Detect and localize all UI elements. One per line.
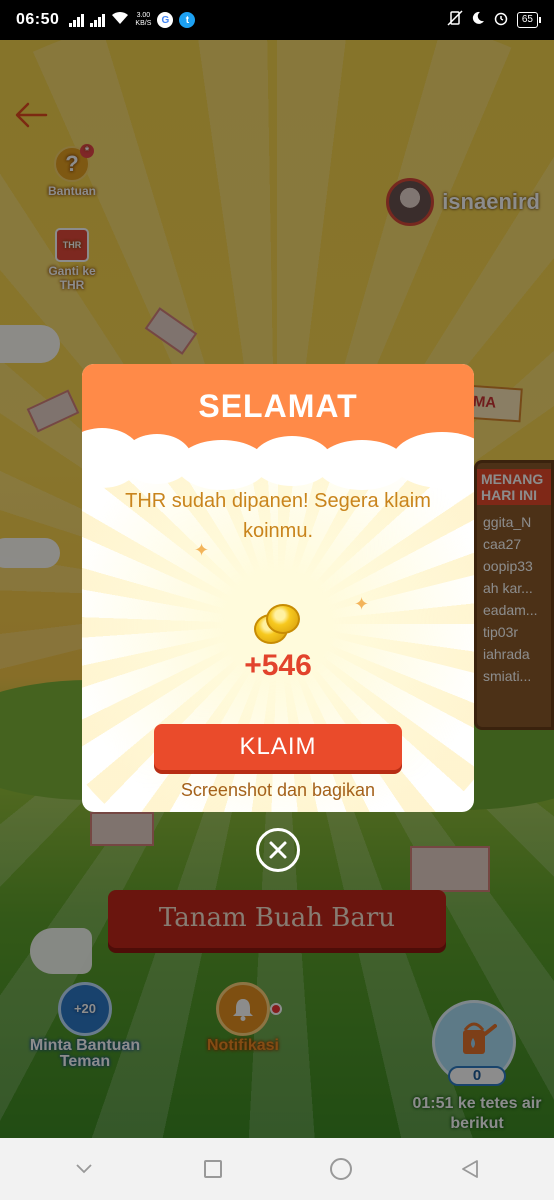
twitter-icon: t [179,12,196,28]
net-speed: 3.00 KB/S [135,12,151,28]
moon-icon [471,11,485,29]
share-screenshot-link[interactable]: Screenshot dan bagikan [82,778,474,802]
status-right-icons: 65 [447,10,542,30]
battery-icon: 65 [516,12,542,28]
nav-home-button[interactable] [321,1149,361,1189]
circle-icon [330,1158,353,1180]
close-icon[interactable] [256,828,300,872]
sparkle-icon: ✦ [354,594,370,614]
modal-message: THR sudah dipanen! Segera klaim koinmu. [125,490,431,542]
net-speed-value: 3.00 [136,12,151,19]
coin-icon [254,604,304,646]
reward-modal: SELAMAT THR sudah dipanen! Segera klaim … [82,364,474,812]
wifi-icon [111,11,129,29]
google-icon: G [157,12,174,28]
signal-icon [69,13,85,27]
system-nav-bar [0,1138,554,1200]
reward-amount: +546 [244,649,312,682]
status-left-icons: 3.00 KB/S G t [69,11,196,29]
coin-icon [266,604,300,634]
alarm-icon [493,10,509,30]
status-bar: 06:50 3.00 KB/S G t 65 [0,0,554,40]
square-icon [203,1160,222,1178]
status-time: 06:50 [16,11,60,28]
net-speed-unit: KB/S [135,20,152,27]
modal-title: SELAMAT [198,388,358,424]
signal-2-icon [90,13,106,27]
sparkle-icon: ✦ [194,540,210,560]
nav-recents-button[interactable] [193,1149,233,1189]
claim-button[interactable]: KLAIM [154,724,402,770]
nav-down-button[interactable] [64,1149,104,1189]
vibrate-icon [447,10,463,30]
nav-back-button[interactable] [450,1149,490,1189]
